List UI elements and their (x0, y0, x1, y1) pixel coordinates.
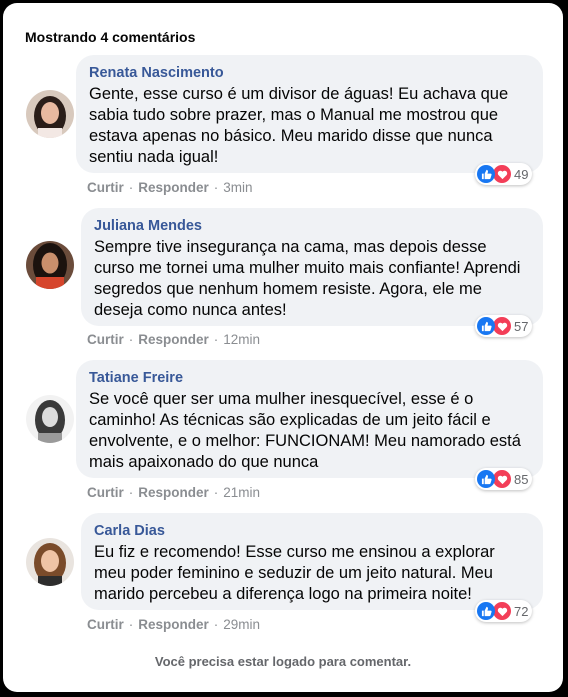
comment-text: Sempre tive insegurança na cama, mas dep… (94, 238, 521, 319)
comments-count-header: Mostrando 4 comentários (25, 29, 196, 45)
comment-time[interactable]: 12min (223, 332, 260, 347)
comment-time[interactable]: 21min (223, 485, 260, 500)
comment-author[interactable]: Tatiane Freire (89, 368, 531, 388)
reaction-summary[interactable]: 49 (475, 163, 533, 185)
comment-actions: Curtir · Responder · 3min (87, 180, 253, 195)
comment-author[interactable]: Carla Dias (94, 521, 531, 541)
reaction-count: 49 (514, 166, 529, 182)
thumbs-up-icon (477, 602, 495, 620)
comment-bubble: Juliana Mendes Sempre tive insegurança n… (81, 208, 543, 326)
heart-icon (492, 164, 512, 184)
reaction-count: 57 (514, 318, 529, 334)
comment-time[interactable]: 29min (223, 617, 260, 632)
comment-actions: Curtir · Responder · 29min (87, 617, 261, 632)
like-link[interactable]: Curtir (87, 617, 124, 632)
comment-author[interactable]: Juliana Mendes (94, 216, 531, 236)
reply-link[interactable]: Responder (138, 485, 209, 500)
comment-author[interactable]: Renata Nascimento (89, 63, 531, 83)
heart-icon (492, 601, 512, 621)
avatar[interactable] (26, 395, 74, 443)
reaction-count: 72 (514, 603, 529, 619)
comment-text: Gente, esse curso é um divisor de águas!… (89, 85, 509, 166)
reaction-summary[interactable]: 57 (475, 315, 533, 337)
like-link[interactable]: Curtir (87, 485, 124, 500)
like-link[interactable]: Curtir (87, 332, 124, 347)
comment-text: Eu fiz e recomendo! Esse curso me ensino… (94, 543, 495, 603)
reaction-summary[interactable]: 72 (475, 600, 533, 622)
comment-actions: Curtir · Responder · 12min (87, 332, 261, 347)
reply-link[interactable]: Responder (138, 332, 209, 347)
avatar[interactable] (26, 90, 74, 138)
heart-icon (492, 316, 512, 336)
reply-link[interactable]: Responder (138, 617, 209, 632)
comment-bubble: Tatiane Freire Se você quer ser uma mulh… (76, 360, 543, 478)
reaction-summary[interactable]: 85 (475, 468, 533, 490)
login-required-notice: Você precisa estar logado para comentar. (154, 654, 412, 669)
reaction-count: 85 (514, 471, 529, 487)
heart-icon (492, 469, 512, 489)
thumbs-up-icon (477, 470, 495, 488)
like-link[interactable]: Curtir (87, 180, 124, 195)
comment-bubble: Renata Nascimento Gente, esse curso é um… (76, 55, 543, 173)
reply-link[interactable]: Responder (138, 180, 209, 195)
comments-card: Mostrando 4 comentários Renata Nasciment… (3, 3, 563, 692)
avatar[interactable] (26, 241, 74, 289)
comment-text: Se você quer ser uma mulher inesquecível… (89, 390, 521, 471)
comment-actions: Curtir · Responder · 21min (87, 485, 261, 500)
thumbs-up-icon (477, 317, 495, 335)
avatar[interactable] (26, 538, 74, 586)
comment-bubble: Carla Dias Eu fiz e recomendo! Esse curs… (81, 513, 543, 610)
thumbs-up-icon (477, 165, 495, 183)
comment-time[interactable]: 3min (223, 180, 252, 195)
